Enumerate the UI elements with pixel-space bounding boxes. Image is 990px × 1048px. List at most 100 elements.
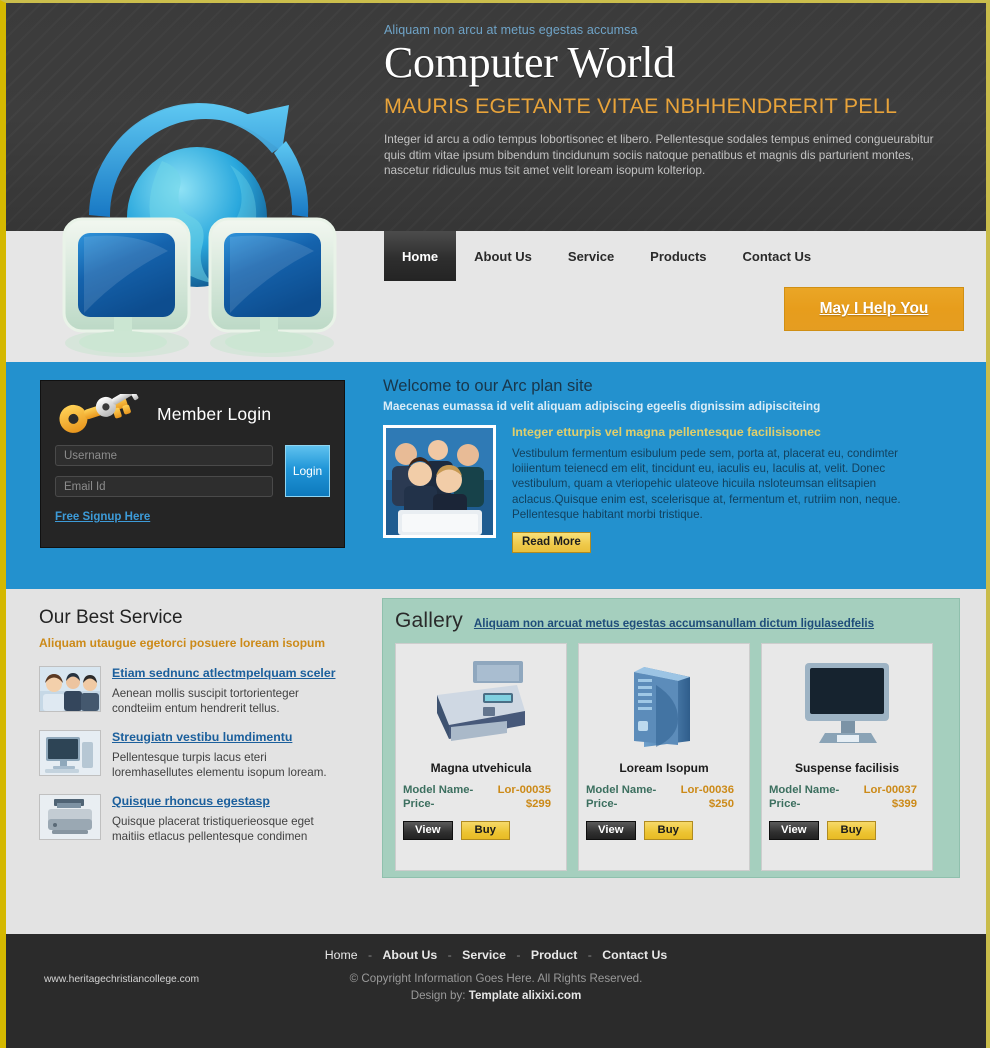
buy-button[interactable]: Buy [826, 821, 876, 840]
product-actions: View Buy [403, 821, 559, 840]
price-value: $250 [708, 798, 734, 810]
welcome-body: Integer etturpis vel magna pellentesque … [383, 425, 943, 554]
buy-button[interactable]: Buy [460, 821, 510, 840]
view-button[interactable]: View [403, 821, 453, 840]
model-value: Lor-00036 [680, 784, 734, 796]
footer-nav: Home - About Us - Service - Product - Co… [6, 948, 986, 962]
member-login-title: Member Login [157, 403, 272, 424]
site-logo [34, 65, 364, 357]
footer-site-url: www.heritagechristiancollege.com [44, 974, 200, 985]
nav-item-products[interactable]: Products [632, 231, 724, 281]
login-input-group [55, 445, 273, 507]
gallery-header: Gallery Aliquam non arcuat metus egestas… [395, 609, 947, 633]
footer-link-about-us[interactable]: About Us [383, 948, 438, 962]
computer-tower-icon [634, 667, 690, 747]
team-celebrating-photo-icon [386, 428, 493, 535]
service-title-link[interactable]: Quisque rhoncus egestasp [112, 794, 348, 808]
service-thumbnail [39, 730, 101, 776]
welcome-band: Member Login Login Free Signup Here Welc… [6, 362, 986, 589]
site-footer: Home - About Us - Service - Product - Co… [6, 934, 986, 1048]
product-price-row: Price- $299 [403, 797, 559, 811]
welcome-article-body: Vestibulum fermentum esibulum pede sem, … [512, 447, 901, 521]
service-text: Quisque rhoncus egestasp Quisque placera… [112, 794, 348, 844]
nav-item-list: Home About Us Service Products Contact U… [384, 231, 829, 281]
footer-design-line: Design by: Template alixixi.com [6, 987, 986, 1004]
gallery-title: Gallery [395, 609, 463, 632]
footer-link-home[interactable]: Home [325, 948, 358, 962]
two-monitors-globe-logo-icon [62, 102, 337, 357]
welcome-heading: Welcome to our Arc plan site [383, 377, 593, 395]
login-button[interactable]: Login [285, 445, 330, 497]
view-button[interactable]: View [769, 821, 819, 840]
nav-item-contact-us[interactable]: Contact Us [725, 231, 830, 281]
service-text: Etiam sednunc atlectmpelquam sceler Aene… [112, 666, 348, 716]
may-i-help-you-button[interactable]: May I Help You [784, 287, 964, 331]
footer-separator: - [447, 948, 452, 962]
price-label: Price- [769, 798, 801, 810]
welcome-photo [383, 425, 496, 538]
product-model-row: Model Name- Lor-00036 [586, 783, 742, 797]
gallery-panel: Gallery Aliquam non arcuat metus egestas… [382, 598, 960, 878]
welcome-subheading: Maecenas eumassa id velit aliquam adipis… [383, 399, 821, 413]
view-button[interactable]: View [586, 821, 636, 840]
product-image [403, 651, 559, 755]
welcome-article: Integer etturpis vel magna pellentesque … [512, 425, 942, 554]
free-signup-link[interactable]: Free Signup Here [55, 511, 150, 523]
site-header: Aliquam non arcu at metus egestas accums… [6, 3, 986, 357]
product-model-row: Model Name- Lor-00035 [403, 783, 559, 797]
model-label: Model Name- [586, 784, 657, 796]
product-actions: View Buy [769, 821, 925, 840]
price-label: Price- [586, 798, 618, 810]
buy-button[interactable]: Buy [643, 821, 693, 840]
footer-design-prefix: Design by: [410, 989, 466, 1002]
main-content: Our Best Service Aliquam utaugue egetorc… [6, 589, 986, 934]
gallery-link[interactable]: Aliquam non arcuat metus egestas accumsa… [474, 617, 874, 633]
footer-design-by[interactable]: Template alixixi.com [469, 989, 582, 1002]
product-name: Loream Isopum [619, 761, 709, 775]
site-subtitle: MAURIS EGETANTE VITAE NBHHENDRERIT PELL [384, 94, 898, 119]
product-price-row: Price- $399 [769, 797, 925, 811]
help-button-label: May I Help You [819, 300, 929, 317]
nav-item-service[interactable]: Service [550, 231, 632, 281]
footer-link-product[interactable]: Product [531, 948, 577, 962]
gallery-card[interactable]: Suspense facilisis Model Name- Lor-00037… [761, 643, 933, 871]
service-title-link[interactable]: Etiam sednunc atlectmpelquam sceler [112, 666, 348, 680]
price-label: Price- [403, 798, 435, 810]
product-name: Magna utvehicula [430, 761, 532, 775]
service-item: Quisque rhoncus egestasp Quisque placera… [39, 794, 359, 844]
header-paragraph: Integer id arcu a odio tempus lobortison… [384, 132, 934, 178]
footer-link-contact-us[interactable]: Contact Us [602, 948, 667, 962]
service-text: Streugiatn vestibu lumdimentu Pellentesq… [112, 730, 348, 780]
read-more-button[interactable]: Read More [512, 532, 591, 554]
service-description: Quisque placerat tristiquerieosque eget … [112, 815, 314, 843]
welcome-content: Welcome to our Arc plan site Maecenas eu… [383, 377, 943, 554]
welcome-article-title: Integer etturpis vel magna pellentesque … [512, 425, 821, 439]
service-item: Etiam sednunc atlectmpelquam sceler Aene… [39, 666, 359, 716]
printer-icon [437, 661, 525, 741]
gallery-card[interactable]: Magna utvehicula Model Name- Lor-00035 P… [395, 643, 567, 871]
gallery-card[interactable]: Loream Isopum Model Name- Lor-00036 Pric… [578, 643, 750, 871]
page-root: Aliquam non arcu at metus egestas accums… [0, 0, 990, 1048]
product-name: Suspense facilisis [794, 761, 900, 775]
services-subheading: Aliquam utaugue egetorci posuere loream … [39, 636, 326, 650]
product-image [586, 651, 742, 755]
best-service-section: Our Best Service Aliquam utaugue egetorc… [39, 607, 359, 858]
email-id-input[interactable] [55, 476, 273, 497]
model-value: Lor-00035 [497, 784, 551, 796]
login-form: Login [55, 445, 330, 507]
footer-separator: - [516, 948, 521, 962]
header-tagline: Aliquam non arcu at metus egestas accums… [384, 23, 638, 37]
service-description: Aenean mollis suscipit tortorienteger co… [112, 687, 299, 715]
footer-link-service[interactable]: Service [462, 948, 506, 962]
gallery-card-list: Magna utvehicula Model Name- Lor-00035 P… [395, 643, 947, 871]
service-title-link[interactable]: Streugiatn vestibu lumdimentu [112, 730, 348, 744]
nav-item-home[interactable]: Home [384, 231, 457, 281]
services-heading: Our Best Service [39, 607, 183, 628]
site-title: Computer World [384, 38, 675, 87]
username-input[interactable] [55, 445, 273, 466]
service-description: Pellentesque turpis lacus eteri loremhas… [112, 751, 327, 779]
business-team-photo-icon [40, 667, 100, 711]
nav-item-about-us[interactable]: About Us [456, 231, 550, 281]
service-thumbnail [39, 666, 101, 712]
service-item: Streugiatn vestibu lumdimentu Pellentesq… [39, 730, 359, 780]
